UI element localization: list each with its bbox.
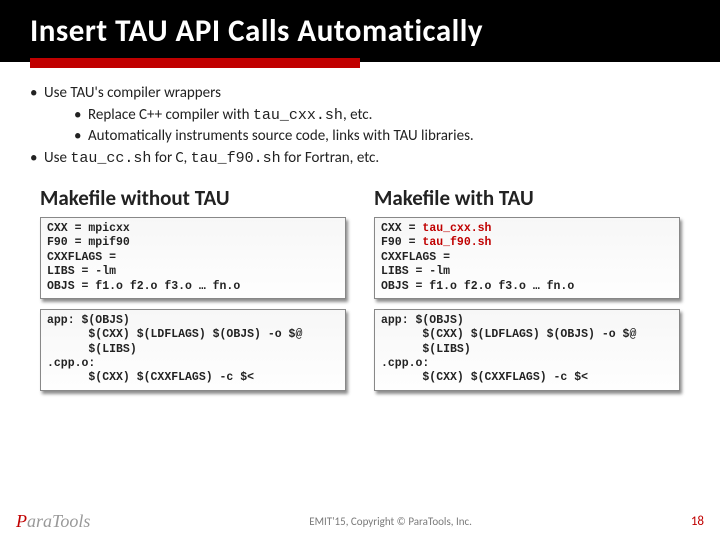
footer: ParaTools EMIT'15, Copyright © ParaTools… (0, 511, 720, 532)
columns: Makefile without TAU CXX = mpicxx F90 = … (30, 185, 690, 401)
bullet-1b: Automatically instruments source code, l… (74, 127, 690, 145)
bullet-1-sublist: Replace C++ compiler with tau_cxx.sh, et… (74, 106, 690, 145)
r1a: CXX = (381, 222, 422, 235)
content-area: Use TAU's compiler wrappers Replace C++ … (0, 62, 720, 401)
bullet-1: Use TAU's compiler wrappers Replace C++ … (30, 84, 690, 145)
logo: ParaTools (16, 511, 90, 532)
b2-pre: Use (44, 149, 70, 167)
b1a-post: , etc. (343, 106, 373, 124)
left-code-box-1: CXX = mpicxx F90 = mpif90 CXXFLAGS = LIB… (40, 217, 346, 299)
bullet-list: Use TAU's compiler wrappers Replace C++ … (30, 84, 690, 167)
footer-text: EMIT'15, Copyright © ParaTools, Inc. (90, 515, 690, 528)
right-code-box-2: app: $(OBJS) $(CXX) $(LDFLAGS) $(OBJS) -… (374, 309, 680, 391)
bullet-1-text: Use TAU's compiler wrappers (44, 84, 221, 102)
r2a: F90 = (381, 236, 422, 249)
right-column: Makefile with TAU CXX = tau_cxx.sh F90 =… (374, 185, 680, 401)
b1a-code: tau_cxx.sh (253, 107, 343, 124)
logo-rest: araTools (27, 511, 90, 531)
b1a-pre: Replace C++ compiler with (88, 106, 253, 124)
bullet-1a: Replace C++ compiler with tau_cxx.sh, et… (74, 106, 690, 124)
right-code-box-1: CXX = tau_cxx.sh F90 = tau_f90.sh CXXFLA… (374, 217, 680, 299)
left-code-box-2: app: $(OBJS) $(CXX) $(LDFLAGS) $(OBJS) -… (40, 309, 346, 391)
r2b-hl: tau_f90.sh (422, 236, 491, 249)
title-bar: Insert TAU API Calls Automatically (0, 0, 720, 62)
right-heading: Makefile with TAU (374, 185, 680, 211)
b2-post: for Fortran, etc. (281, 149, 380, 167)
slide-title: Insert TAU API Calls Automatically (30, 12, 483, 50)
accent-bar (30, 58, 360, 68)
r-rest: CXXFLAGS = LIBS = -lm OBJS = f1.o f2.o f… (381, 251, 574, 293)
r1b-hl: tau_cxx.sh (422, 222, 491, 235)
bullet-2: Use tau_cc.sh for C, tau_f90.sh for Fort… (30, 149, 690, 167)
b2-mid: for C, (151, 149, 190, 167)
left-column: Makefile without TAU CXX = mpicxx F90 = … (40, 185, 346, 401)
left-heading: Makefile without TAU (40, 185, 346, 211)
logo-p: P (16, 511, 27, 531)
b2-code1: tau_cc.sh (70, 150, 151, 167)
page-number: 18 (691, 514, 704, 529)
b2-code2: tau_f90.sh (191, 150, 281, 167)
